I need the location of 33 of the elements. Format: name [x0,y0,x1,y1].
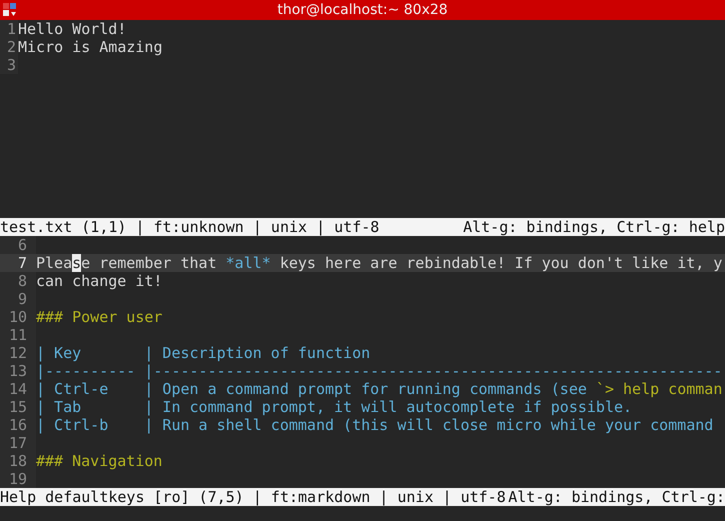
line-number: 14 [0,380,36,398]
code-line: ### Power user [36,308,162,326]
line-number: 6 [0,236,36,254]
code-line: can change it! [36,272,162,290]
status-key-hint: Alt-g: bindings, Ctrl-g: help [463,218,725,236]
code-line: | Tab | In command prompt, it will autocomplete if possible. [36,398,632,416]
status-key-hint: Alt-g: bindings, Ctrl-g: [508,488,725,506]
line-number: 8 [0,272,36,290]
code-line: Hello World! [18,20,126,38]
line-number: 18 [0,452,36,470]
code-line: | Key | Description of function [36,344,370,362]
window-title: thor@localhost:~ 80x28 [277,2,448,18]
code-line: |---------- |--------------------------------------------------------------- [36,362,722,380]
code-line: | Ctrl-e | Open a command prompt for running commands (see `> help comman [36,380,722,398]
code-line: | Ctrl-b | Run a shell command (this will close micro while your command [36,416,714,434]
line-number: 10 [0,308,36,326]
line-number: 15 [0,398,36,416]
line-number: 1 [0,20,18,38]
status-file-info: Help defaultkeys [ro] (7,5) | ft:markdown | unix | utf-8 [0,488,506,506]
line-number: 17 [0,434,36,452]
line-number: 16 [0,416,36,434]
line-number: 3 [0,56,18,74]
code-line: Micro is Amazing [18,38,162,56]
terminal-app-icon [3,3,17,17]
line-number: 19 [0,470,36,488]
line-number: 9 [0,290,36,308]
code-line: Please remember that *all* keys here are rebindable! If you don't like it, y [36,254,722,272]
line-number: 13 [0,362,36,380]
line-number: 12 [0,344,36,362]
status-file-info: test.txt (1,1) | ft:unknown | unix | utf-8 [0,218,380,236]
code-line: ### Navigation [36,452,162,470]
line-number: 11 [0,326,36,344]
line-number: 2 [0,38,18,56]
